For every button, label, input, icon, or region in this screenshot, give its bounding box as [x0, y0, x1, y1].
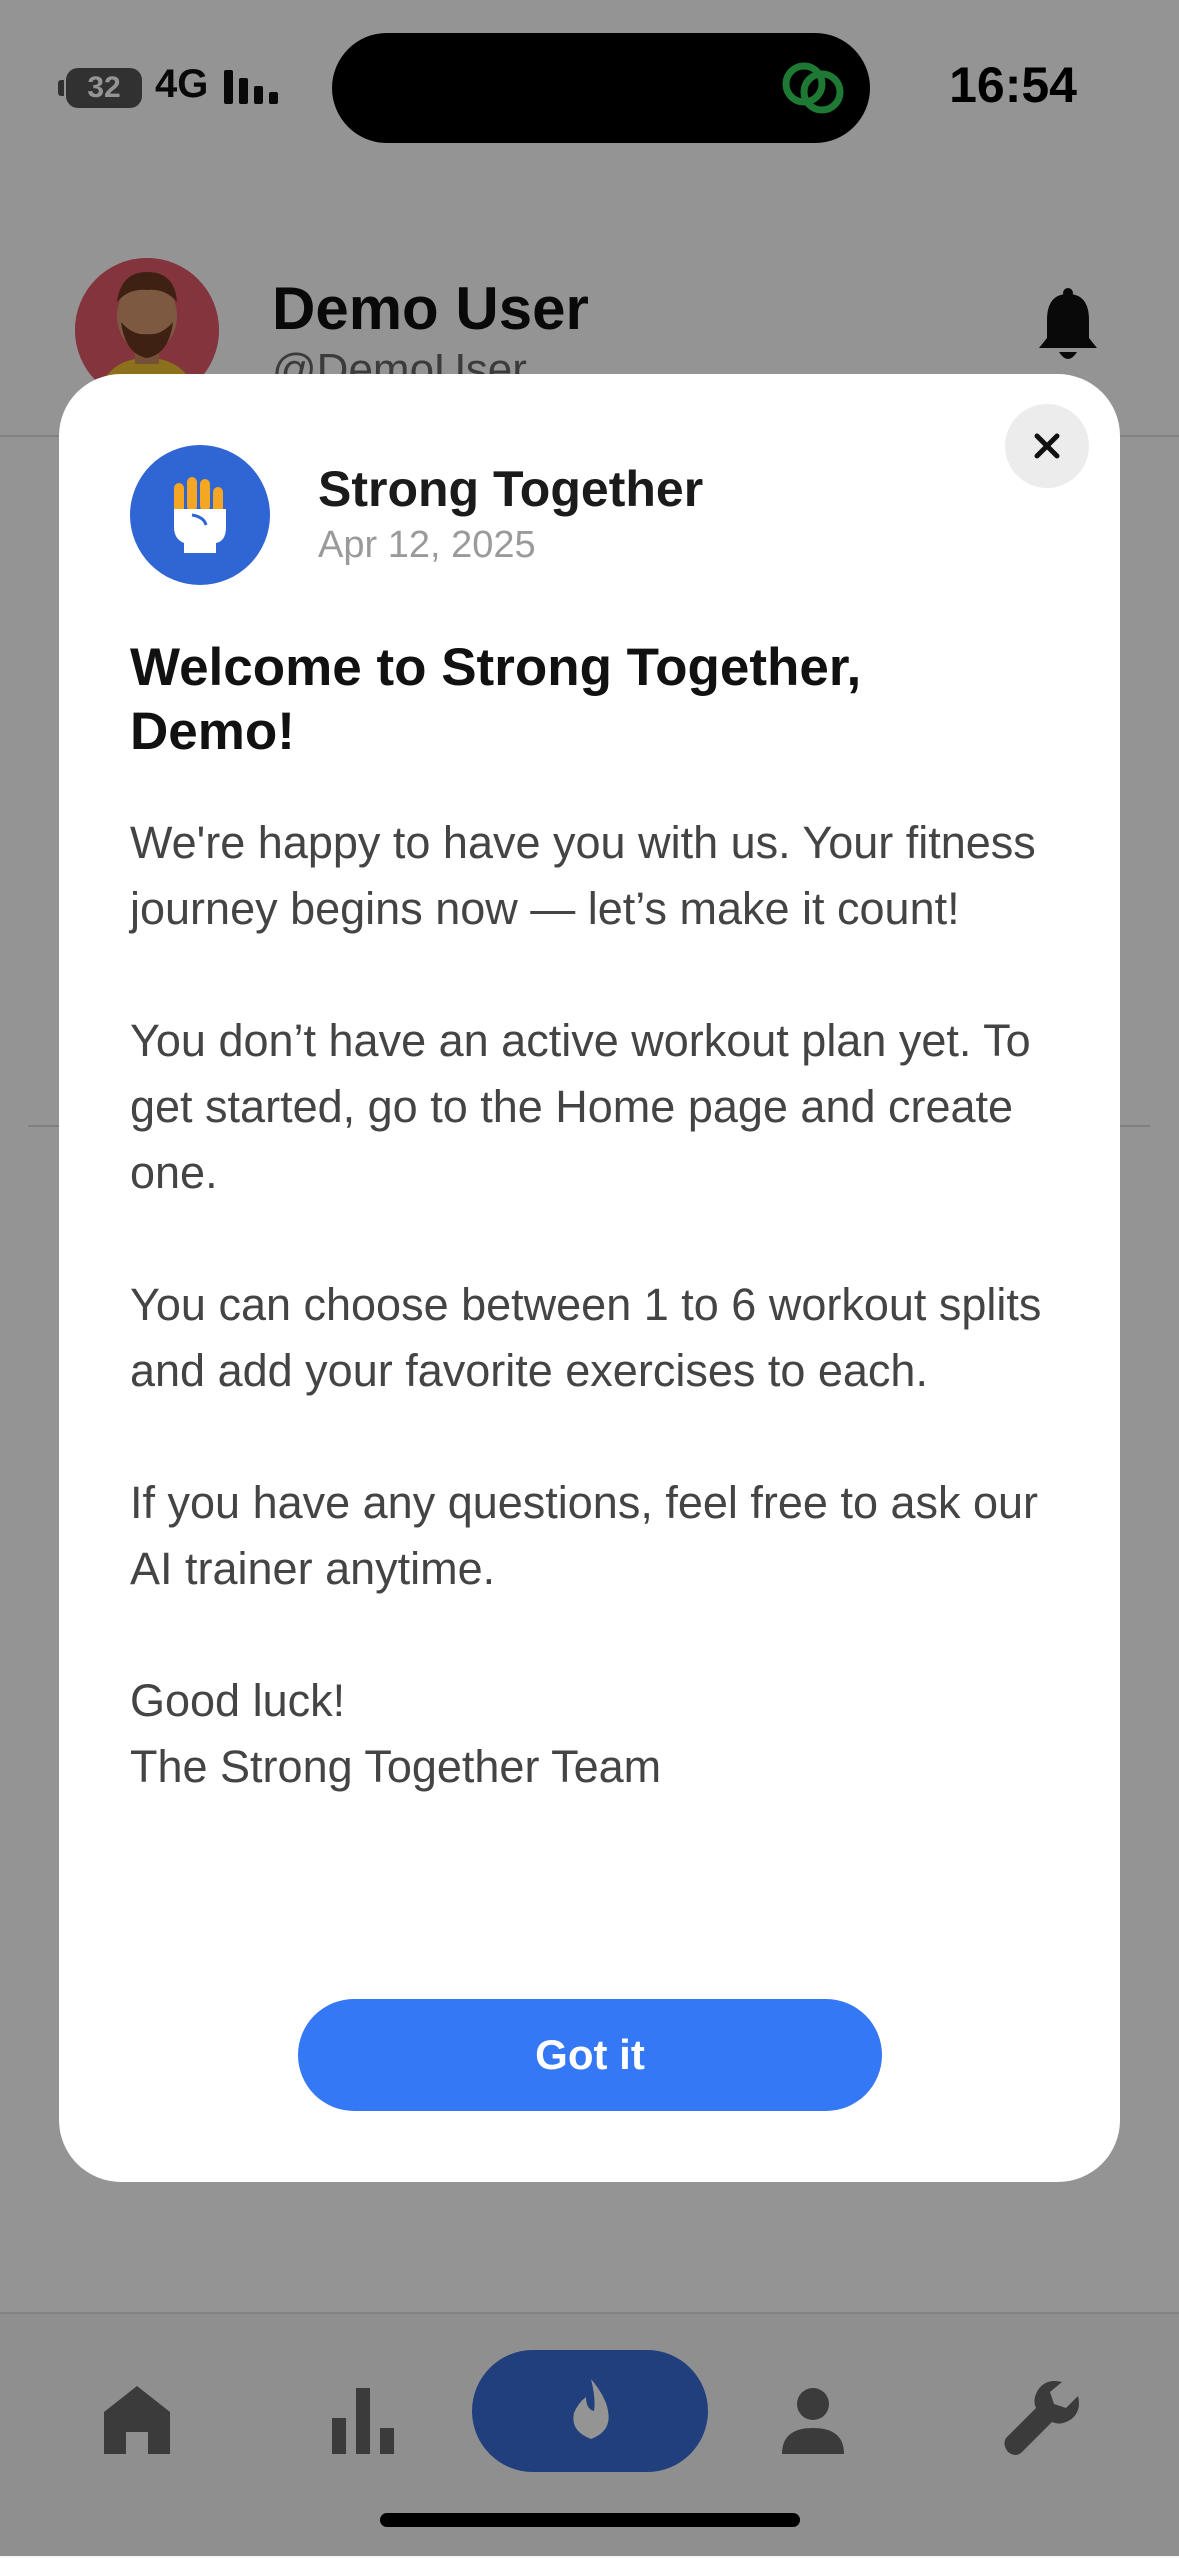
raised-fist-icon — [174, 477, 226, 553]
message-date: Apr 12, 2025 — [318, 524, 536, 566]
modal-title: Welcome to Strong Together, Demo! — [130, 638, 862, 761]
signoff-team: The Strong Together Team — [130, 1741, 662, 1792]
message-paragraph: We're happy to have you with us. Your fi… — [130, 817, 1036, 934]
app-logo — [130, 445, 270, 585]
close-button[interactable] — [1005, 404, 1089, 488]
message-body: We're happy to have you with us. Your fi… — [130, 810, 1070, 1800]
signoff-greeting: Good luck! — [130, 1675, 346, 1726]
welcome-modal: Strong Together Apr 12, 2025 Welcome to … — [59, 374, 1120, 2182]
close-icon — [1034, 433, 1060, 459]
got-it-button[interactable]: Got it — [298, 1999, 882, 2111]
sender-name: Strong Together — [318, 461, 704, 517]
message-paragraph: You don’t have an active workout plan ye… — [130, 1015, 1031, 1198]
message-paragraph: You can choose between 1 to 6 workout sp… — [130, 1279, 1042, 1396]
message-paragraph: If you have any questions, feel free to … — [130, 1477, 1039, 1594]
signoff: Good luck! The Strong Together Team — [130, 1668, 1070, 1800]
